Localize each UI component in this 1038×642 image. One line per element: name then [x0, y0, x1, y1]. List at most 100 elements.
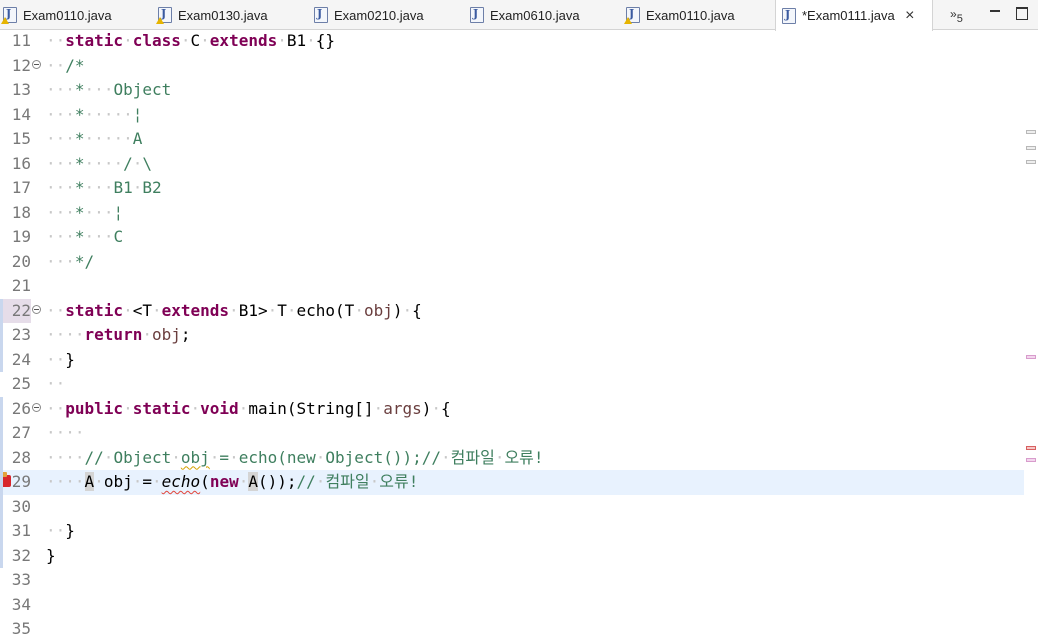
overview-ruler-mark[interactable]: [1026, 446, 1036, 450]
whitespace-marker: ··: [46, 398, 66, 418]
code-token: Object: [113, 80, 172, 99]
code-line[interactable]: 26 ··public·static·void·main(String[]·arg…: [0, 397, 1024, 422]
code-token: ¦: [132, 104, 143, 124]
code-line[interactable]: 15 ···*·····A: [0, 127, 1024, 152]
tab-exam0110java[interactable]: J Exam0110.java: [0, 0, 155, 30]
code-token: obj: [180, 447, 210, 467]
code-token: {}: [315, 31, 336, 50]
line-number: 30: [11, 496, 31, 516]
code-line[interactable]: 11 ··static·class·C·extends·B1·{}: [0, 29, 1024, 54]
code-text: ···*····/·\: [46, 152, 152, 177]
code-line[interactable]: 34: [0, 593, 1024, 618]
code-token: \: [142, 153, 152, 173]
tab-exam0610java[interactable]: J Exam0610.java: [467, 0, 623, 30]
code-token: 컴파일: [325, 472, 370, 491]
whitespace-marker: ·····: [84, 129, 133, 148]
overview-ruler-mark[interactable]: [1026, 160, 1036, 164]
overview-ruler-mark[interactable]: [1026, 146, 1036, 150]
code-token: *: [74, 104, 85, 124]
whitespace-marker: ···: [46, 251, 75, 271]
whitespace-marker: ·: [431, 398, 441, 418]
code-token: /*: [65, 55, 85, 75]
code-token: C: [190, 31, 201, 50]
tab-exam0110java[interactable]: J Exam0110.java: [623, 0, 775, 30]
code-line[interactable]: 18 ···*···¦: [0, 201, 1024, 226]
whitespace-marker: ·: [171, 447, 181, 467]
code-token: 컴파일: [450, 447, 495, 467]
whitespace-marker: ···: [46, 153, 75, 173]
code-token: */: [74, 251, 95, 271]
maximize-icon[interactable]: [1015, 6, 1029, 20]
code-text: ··static·class·C·extends·B1·{}: [46, 29, 335, 54]
code-token: /: [123, 153, 133, 173]
code-line[interactable]: 29 ····A·obj·=·echo(new·A());//·컴파일·오류!: [0, 470, 1024, 495]
code-token: Object());//: [325, 447, 441, 467]
code-line[interactable]: 13 ···*···Object: [0, 78, 1024, 103]
whitespace-marker: ····: [84, 153, 124, 173]
code-line[interactable]: 22 ··static·<T·extends·B1>·T·echo(T·obj)·…: [0, 298, 1024, 323]
code-line[interactable]: 24 ··}: [0, 348, 1024, 373]
whitespace-marker: ···: [46, 227, 75, 246]
java-file-icon: J: [470, 7, 484, 23]
code-token: B1>: [238, 300, 268, 320]
whitespace-marker: ·: [151, 300, 162, 320]
code-line[interactable]: 14 ···*·····¦: [0, 103, 1024, 128]
tab-exam0111java[interactable]: J *Exam0111.java ×: [775, 0, 933, 31]
code-line[interactable]: 23 ····return·obj;: [0, 323, 1024, 348]
whitespace-marker: ··: [46, 55, 66, 75]
code-line[interactable]: 27 ····: [0, 421, 1024, 446]
code-line[interactable]: 28 ····//·Object·obj·=·echo(new·Object())…: [0, 446, 1024, 471]
fold-collapse-icon[interactable]: [32, 59, 41, 69]
code-token: void: [200, 398, 239, 418]
editor-tab-bar: J Exam0110.java J Exam0130.java J Exam0210.ja…: [0, 0, 1038, 31]
fold-collapse-icon[interactable]: [32, 304, 41, 314]
code-token: echo: [161, 472, 201, 491]
code-line[interactable]: 35: [0, 617, 1024, 642]
whitespace-marker: ···: [46, 104, 75, 124]
whitespace-marker: ·: [238, 472, 249, 491]
tab-label: Exam0210.java: [334, 7, 424, 23]
line-number: 14: [11, 104, 31, 124]
code-line[interactable]: 16 ···*····/·\: [0, 152, 1024, 177]
code-line[interactable]: 20 ···*/: [0, 250, 1024, 275]
code-line[interactable]: 12 ··/*: [0, 54, 1024, 79]
code-text: ···*·····¦: [46, 103, 142, 128]
code-token: *: [74, 80, 85, 99]
code-token: 오류!: [379, 472, 419, 491]
code-token: static: [65, 31, 124, 50]
overview-ruler-mark[interactable]: [1026, 458, 1036, 462]
code-line[interactable]: 25 ··: [0, 372, 1024, 397]
code-token: public: [65, 398, 124, 418]
whitespace-marker: ·: [441, 447, 451, 467]
code-line[interactable]: 19 ···*···C: [0, 225, 1024, 250]
code-line[interactable]: 21: [0, 274, 1024, 299]
code-line[interactable]: 17 ···*···B1·B2: [0, 176, 1024, 201]
fold-collapse-icon[interactable]: [32, 402, 41, 412]
java-file-warning-icon: J: [1, 7, 17, 24]
whitespace-marker: ··: [46, 300, 66, 320]
tab-exam0210java[interactable]: J Exam0210.java: [311, 0, 467, 30]
code-editor[interactable]: 11 ··static·class·C·extends·B1·{} 12 ··/* 13…: [0, 29, 1038, 638]
code-line[interactable]: 31 ··}: [0, 519, 1024, 544]
tab-label: Exam0110.java: [646, 7, 735, 23]
whitespace-marker: ·: [142, 325, 152, 344]
code-text: ··: [46, 372, 65, 397]
line-number: 33: [11, 570, 31, 589]
code-token: {: [412, 300, 422, 320]
line-number: 13: [11, 80, 31, 99]
code-token: B1: [286, 31, 307, 50]
tab-exam0130java[interactable]: J Exam0130.java: [155, 0, 311, 30]
java-file-icon: J: [782, 7, 796, 24]
tab-label: Exam0130.java: [178, 7, 268, 23]
code-line[interactable]: 30: [0, 495, 1024, 520]
code-line[interactable]: 33: [0, 568, 1024, 593]
whitespace-marker: ··: [46, 521, 66, 540]
close-icon[interactable]: ×: [903, 7, 917, 24]
minimize-icon[interactable]: [988, 6, 1002, 20]
overview-ruler-mark[interactable]: [1026, 130, 1036, 134]
code-text: ····A·obj·=·echo(new·A());//·컴파일·오류!: [46, 470, 418, 495]
code-line[interactable]: 32}: [0, 544, 1024, 569]
code-token: obj: [103, 472, 133, 491]
overview-ruler-mark[interactable]: [1026, 355, 1036, 359]
tab-overflow-button[interactable]: »5: [950, 7, 963, 25]
